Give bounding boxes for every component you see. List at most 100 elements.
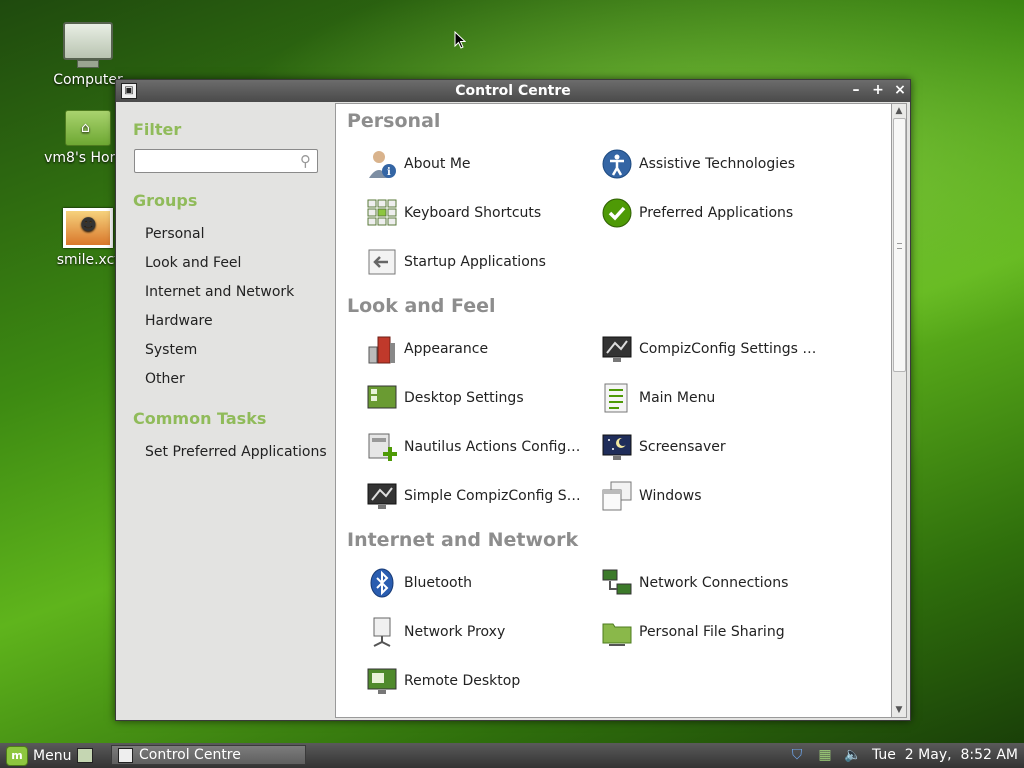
item-label: Screensaver: [639, 439, 726, 455]
show-desktop-icon[interactable]: [77, 748, 93, 763]
item-network-connections[interactable]: Network Connections: [601, 566, 831, 600]
computer-icon: [63, 22, 113, 68]
item-label: CompizConfig Settings Manager: [639, 341, 824, 357]
item-label: Remote Desktop: [404, 673, 521, 689]
network-status-icon[interactable]: ▦: [816, 746, 834, 764]
item-preferred-applications[interactable]: Preferred Applications: [601, 196, 831, 230]
about-me-icon: i: [369, 151, 396, 178]
sidebar-item-personal[interactable]: Personal: [145, 226, 205, 242]
item-label: Main Menu: [639, 390, 716, 406]
scroll-up-arrow-icon[interactable]: ▲: [892, 104, 906, 118]
bluetooth-icon: [370, 568, 394, 598]
main-menu-icon: [604, 383, 628, 413]
system-tray: ⛉ ▦ 🔈 Tue 2 May, 8:52 AM: [788, 746, 1018, 764]
common-tasks-heading: Common Tasks: [133, 409, 267, 428]
filter-input[interactable]: [138, 150, 292, 172]
home-folder-icon: ⌂: [65, 110, 111, 146]
item-label: Preferred Applications: [639, 205, 794, 221]
item-label: Bluetooth: [404, 575, 472, 591]
simple-compiz-icon: [367, 483, 397, 509]
item-bluetooth[interactable]: Bluetooth: [366, 566, 596, 600]
item-simple-compizconfig[interactable]: Simple CompizConfig Settings Manager: [366, 479, 596, 513]
image-file-icon: ☻: [63, 208, 113, 248]
item-main-menu[interactable]: Main Menu: [601, 381, 831, 415]
item-label: Nautilus Actions Configuration: [404, 439, 589, 455]
scroll-down-arrow-icon[interactable]: ▼: [892, 703, 906, 717]
minimize-button[interactable]: –: [850, 82, 862, 98]
menu-button[interactable]: m Menu: [6, 746, 71, 766]
item-appearance[interactable]: Appearance: [366, 332, 596, 366]
item-label: Network Connections: [639, 575, 789, 591]
screensaver-icon: [602, 434, 632, 460]
sidebar-item-internet-and-network[interactable]: Internet and Network: [145, 284, 294, 300]
filter-input-box[interactable]: ⚲: [134, 149, 318, 173]
item-label: Windows: [639, 488, 702, 504]
item-label: Network Proxy: [404, 624, 506, 640]
taskbar: m Menu Control Centre ⛉ ▦ 🔈 Tue 2 May, 8…: [0, 743, 1024, 768]
network-proxy-icon: [373, 617, 391, 647]
remote-desktop-icon: [367, 668, 397, 694]
item-assistive-technologies[interactable]: Assistive Technologies: [601, 147, 831, 181]
groups-heading: Groups: [133, 191, 198, 210]
taskbar-item-control-centre[interactable]: Control Centre: [111, 745, 306, 765]
item-about-me[interactable]: i About Me: [366, 147, 596, 181]
clock[interactable]: Tue 2 May, 8:52 AM: [872, 747, 1018, 763]
item-compizconfig[interactable]: CompizConfig Settings Manager: [601, 332, 831, 366]
task-set-preferred-applications[interactable]: Set Preferred Applications: [145, 444, 327, 460]
item-label: Keyboard Shortcuts: [404, 205, 542, 221]
group-title-look-and-feel: Look and Feel: [347, 295, 496, 317]
item-label: Desktop Settings: [404, 390, 524, 406]
item-nautilus-actions[interactable]: Nautilus Actions Configuration: [366, 430, 596, 464]
group-title-personal: Personal: [347, 110, 441, 132]
appearance-icon: [368, 336, 395, 364]
sidebar-item-system[interactable]: System: [145, 342, 197, 358]
sidebar-item-look-and-feel[interactable]: Look and Feel: [145, 255, 241, 271]
startup-apps-icon: [368, 249, 396, 275]
window-titlebar[interactable]: ▣ Control Centre – + ×: [116, 80, 910, 102]
filter-heading: Filter: [133, 120, 182, 139]
update-shield-icon[interactable]: ⛉: [788, 746, 806, 764]
sidebar-item-other[interactable]: Other: [145, 371, 185, 387]
keyboard-shortcuts-icon: [367, 199, 397, 226]
window-title: Control Centre: [455, 83, 571, 99]
volume-icon[interactable]: 🔈: [844, 746, 862, 764]
item-startup-applications[interactable]: Startup Applications: [366, 245, 596, 279]
settings-list: Personal i About Me Assistive Technologi…: [335, 103, 892, 718]
file-sharing-icon: [602, 623, 632, 646]
windows-icon: [602, 481, 632, 511]
item-remote-desktop[interactable]: Remote Desktop: [366, 664, 596, 698]
item-label: Appearance: [404, 341, 489, 357]
preferred-apps-icon: [602, 198, 632, 228]
item-label: Simple CompizConfig Settings Manager: [404, 488, 589, 504]
svg-text:i: i: [387, 167, 391, 178]
mint-logo-icon: m: [6, 746, 28, 766]
scrollbar-thumb[interactable]: [893, 118, 906, 372]
item-windows[interactable]: Windows: [601, 479, 831, 513]
sidebar-item-hardware[interactable]: Hardware: [145, 313, 213, 329]
desktop-settings-icon: [367, 385, 397, 409]
item-label: Personal File Sharing: [639, 624, 785, 640]
accessibility-icon: [602, 149, 632, 179]
item-desktop-settings[interactable]: Desktop Settings: [366, 381, 596, 415]
item-personal-file-sharing[interactable]: Personal File Sharing: [601, 615, 831, 649]
menu-label: Menu: [33, 748, 72, 764]
compiz-icon: [602, 336, 632, 362]
group-title-internet-and-network: Internet and Network: [347, 529, 579, 551]
network-connections-icon: [602, 569, 632, 595]
mouse-cursor-icon: [454, 31, 466, 49]
item-network-proxy[interactable]: Network Proxy: [366, 615, 596, 649]
search-icon[interactable]: ⚲: [300, 152, 311, 170]
control-centre-window: ▣ Control Centre – + × Filter ⚲ Groups P…: [115, 79, 911, 721]
item-label: Assistive Technologies: [639, 156, 796, 172]
taskbar-item-label: Control Centre: [139, 747, 241, 763]
item-screensaver[interactable]: Screensaver: [601, 430, 831, 464]
item-keyboard-shortcuts[interactable]: Keyboard Shortcuts: [366, 196, 596, 230]
maximize-button[interactable]: +: [872, 82, 884, 98]
item-label: About Me: [404, 156, 471, 172]
nautilus-actions-icon: [368, 433, 397, 461]
vertical-scrollbar[interactable]: ▲ ▼: [891, 103, 907, 718]
item-label: Startup Applications: [404, 254, 546, 270]
sidebar: Filter ⚲ Groups Personal Look and Feel I…: [116, 102, 334, 720]
window-icon: [118, 747, 133, 763]
close-button[interactable]: ×: [894, 82, 906, 98]
